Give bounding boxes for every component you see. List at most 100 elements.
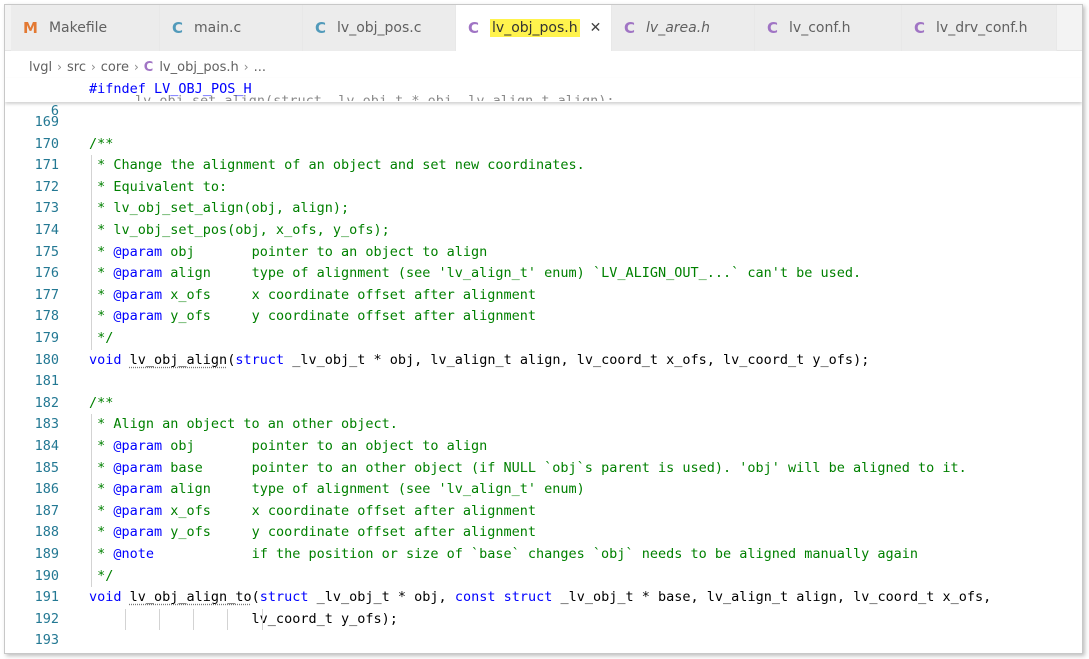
breadcrumb-item-symbol[interactable]: ...: [254, 60, 266, 75]
chevron-right-icon: ›: [243, 60, 249, 74]
line-number: 179: [34, 330, 59, 346]
code-line[interactable]: 193: [5, 630, 1082, 652]
line-number: 192: [34, 610, 59, 627]
code-line[interactable]: 171 * Change the alignment of an object …: [5, 155, 1082, 177]
tab-label: lv_obj_pos.h: [490, 19, 580, 37]
code-text: * @param obj pointer to an object to ali…: [89, 243, 488, 260]
line-number: 183: [34, 416, 59, 433]
line-number: 174: [34, 222, 59, 238]
code-line[interactable]: 175 * @param obj pointer to an object to…: [5, 242, 1082, 264]
line-number: 176: [34, 265, 59, 282]
code-line[interactable]: 184 * @param obj pointer to an object to…: [5, 436, 1082, 458]
line-number: 187: [34, 502, 59, 519]
c-source-file-icon: C: [172, 19, 184, 37]
code-line[interactable]: 180 void lv_obj_align(struct _lv_obj_t * …: [5, 350, 1082, 372]
tab-lv-drv-conf-h[interactable]: Clv_drv_conf.h: [902, 5, 1057, 51]
code-line[interactable]: 187 * @param x_ofs x coordinate offset a…: [5, 501, 1082, 523]
tab-label: Makefile: [48, 20, 108, 36]
indent-guide: [159, 608, 160, 631]
code-editor[interactable]: lv_obj_set_align(struct _lv_obj_t * obj,…: [5, 78, 1082, 653]
code-line[interactable]: 185 * @param base pointer to an other ob…: [5, 458, 1082, 480]
code-line[interactable]: 181: [5, 371, 1082, 393]
code-text: * @param obj pointer to an object to ali…: [89, 438, 488, 454]
line-number: 177: [34, 286, 59, 303]
tab-label: lv_area.h: [646, 20, 711, 36]
line-number: 191: [34, 589, 59, 606]
code-text: * Align an object to an other object.: [89, 416, 398, 433]
code-line[interactable]: 190 */: [5, 566, 1082, 588]
line-number: 184: [34, 438, 59, 454]
c-header-file-icon: C: [143, 59, 154, 75]
code-text: * @param base pointer to an other object…: [89, 459, 967, 476]
code-line[interactable]: 174 * lv_obj_set_pos(obj, x_ofs, y_ofs);: [5, 220, 1082, 242]
line-number: 186: [34, 481, 59, 498]
code-text: */: [89, 567, 114, 584]
tab-label: lv_drv_conf.h: [936, 20, 1028, 36]
code-line[interactable]: 170/**: [5, 134, 1082, 156]
line-number: 178: [34, 308, 59, 325]
code-line[interactable]: 172 * Equivalent to:: [5, 177, 1082, 199]
code-text: * @param align type of alignment (see 'l…: [89, 481, 585, 498]
c-header-file-icon: C: [624, 19, 636, 37]
code-line[interactable]: 177 * @param x_ofs x coordinate offset a…: [5, 285, 1082, 307]
breadcrumb-item-lvgl[interactable]: lvgl: [29, 60, 52, 75]
code-line[interactable]: 192 lv_coord_t y_ofs);: [5, 609, 1082, 631]
code-text: * @param y_ofs y coordinate offset after…: [89, 308, 537, 325]
tab-lv-area-h[interactable]: Clv_area.h: [612, 5, 755, 51]
code-text: void lv_obj_align_to(struct _lv_obj_t * …: [89, 589, 992, 606]
code-text: * @param x_ofs x coordinate offset after…: [89, 286, 537, 303]
line-number: 189: [34, 546, 59, 562]
tab-label: lv_obj_pos.c: [337, 20, 422, 36]
tab-lv-conf-h[interactable]: Clv_conf.h: [755, 5, 902, 51]
code-line[interactable]: 182 /**: [5, 393, 1082, 415]
breadcrumb: lvgl › src › core › C lv_obj_pos.h › ...: [5, 56, 1082, 78]
indent-guide: [193, 608, 194, 631]
breadcrumb-item-core[interactable]: core: [101, 60, 129, 75]
line-number: 182: [34, 394, 59, 411]
code-line[interactable]: 178 * @param y_ofs y coordinate offset a…: [5, 306, 1082, 328]
macro-name: LV_OBJ_POS_H: [154, 81, 252, 97]
code-line[interactable]: 189 * @note if the position or size of `…: [5, 544, 1082, 566]
tab-bar: M Makefile Cmain.c Clv_obj_pos.c Clv_obj_pos…: [5, 5, 1082, 51]
indent-guide: [227, 608, 228, 631]
line-number: 6: [50, 102, 59, 119]
code-text: void lv_obj_align(struct _lv_obj_t * obj…: [89, 351, 870, 368]
code-line[interactable]: 176 * @param align type of alignment (se…: [5, 263, 1082, 285]
code-line[interactable]: 179 */: [5, 328, 1082, 350]
code-text: * @param x_ofs x coordinate offset after…: [89, 502, 537, 519]
c-header-file-icon: C: [914, 19, 926, 37]
tab-main-c[interactable]: Cmain.c: [160, 5, 303, 51]
code-line[interactable]: 186 * @param align type of alignment (se…: [5, 479, 1082, 501]
indent-guide: [125, 608, 126, 631]
chevron-right-icon: ›: [133, 60, 139, 74]
c-header-file-icon: C: [468, 19, 480, 37]
code-text: * @param align type of alignment (see 'l…: [89, 265, 862, 282]
line-number: 185: [34, 459, 59, 476]
code-line[interactable]: 173 * lv_obj_set_align(obj, align);: [5, 198, 1082, 220]
breadcrumb-item-src[interactable]: src: [67, 60, 86, 75]
code-text: lv_coord_t y_ofs);: [89, 610, 398, 627]
code-line[interactable]: 169: [5, 112, 1082, 134]
code-text: * Equivalent to:: [89, 178, 228, 195]
close-icon[interactable]: ✕: [590, 20, 602, 36]
tab-label: lv_conf.h: [789, 20, 851, 36]
chevron-right-icon: ›: [57, 60, 62, 74]
breadcrumb-item-file[interactable]: lv_obj_pos.h: [159, 60, 238, 75]
tab-lv-obj-pos-c[interactable]: Clv_obj_pos.c: [303, 5, 456, 51]
tab-lv-obj-pos-h[interactable]: Clv_obj_pos.h ✕: [456, 5, 612, 51]
code-text: * @param y_ofs y coordinate offset after…: [89, 524, 537, 541]
sticky-scroll-header[interactable]: lv_obj_set_align(struct _lv_obj_t * obj,…: [5, 78, 1082, 119]
sticky-line[interactable]: 6 #ifndef LV_OBJ_POS_H: [5, 79, 1082, 119]
tab-makefile[interactable]: M Makefile: [11, 5, 160, 51]
line-number: 173: [34, 200, 59, 217]
indent-guide: [91, 155, 92, 350]
code-text: #ifndef LV_OBJ_POS_H: [89, 79, 252, 101]
code-line[interactable]: 183 * Align an object to an other object…: [5, 414, 1082, 436]
line-number: 172: [34, 178, 59, 195]
tab-label: main.c: [194, 20, 242, 36]
code-text: * Change the alignment of an object and …: [89, 157, 585, 174]
preprocessor-directive: #ifndef: [89, 81, 146, 97]
code-text: * @note if the position or size of `base…: [89, 546, 919, 562]
code-line[interactable]: 191 void lv_obj_align_to(struct _lv_obj_t…: [5, 587, 1082, 609]
code-line[interactable]: 188 * @param y_ofs y coordinate offset a…: [5, 522, 1082, 544]
